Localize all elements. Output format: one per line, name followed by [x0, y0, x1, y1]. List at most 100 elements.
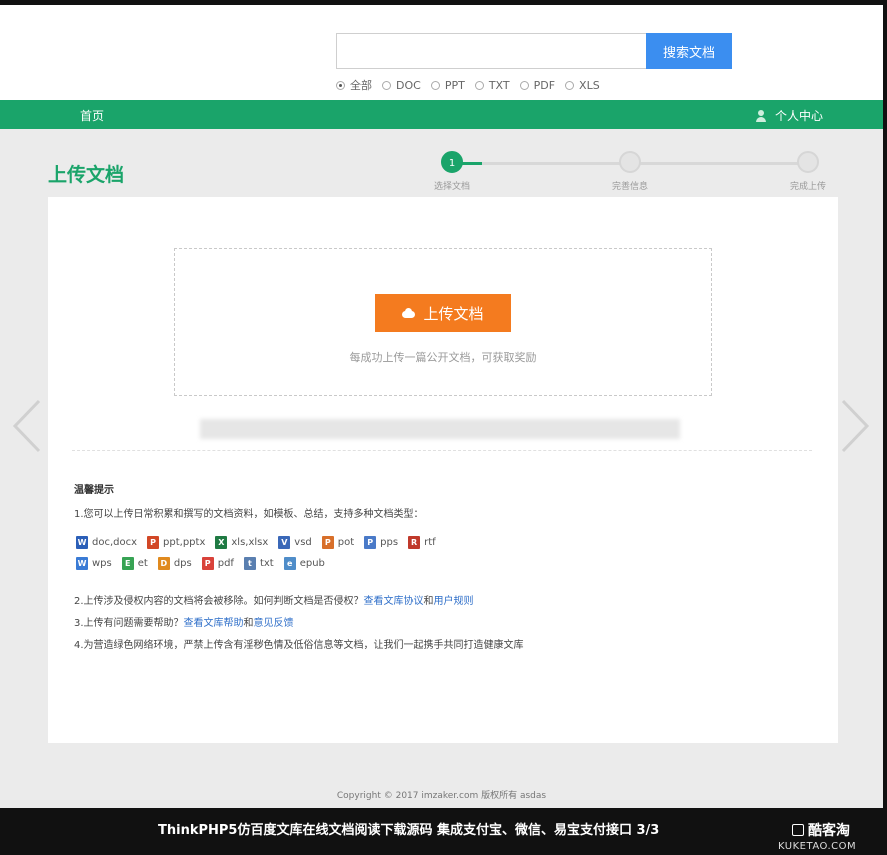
tip-2: 2.上传涉及侵权内容的文档将会被移除。如何判断文档是否侵权？查看文库协议和用户规…	[74, 596, 474, 607]
help-link[interactable]: 查看文库帮助	[184, 618, 244, 629]
dps-icon: D	[157, 557, 170, 570]
feedback-link[interactable]: 意见反馈	[254, 618, 294, 629]
file-type-et: Eet	[121, 557, 148, 570]
upload-reward-hint: 每成功上传一篇公开文档，可获取奖励	[349, 351, 537, 364]
file-type-pot: Ppot	[321, 536, 355, 549]
blurred-text	[200, 419, 680, 439]
radio-icon	[519, 80, 529, 90]
radio-icon	[474, 80, 484, 90]
tip-3: 3.上传有问题需要帮助？查看文库帮助和意见反馈	[74, 618, 294, 629]
caption-bar: ThinkPHP5仿百度文库在线文档阅读下载源码 集成支付宝、微信、易宝支付接口…	[0, 808, 887, 855]
filter-txt[interactable]: TXT	[474, 77, 510, 93]
et-icon: E	[121, 557, 134, 570]
chevron-left-icon	[12, 399, 41, 453]
prev-slide-button[interactable]	[12, 398, 42, 454]
file-type-label: pps	[380, 537, 399, 548]
file-type-label: rtf	[424, 537, 436, 548]
filter-xls[interactable]: XLS	[565, 77, 600, 93]
epub-icon: e	[283, 557, 296, 570]
step-2-dot	[619, 151, 641, 173]
step-finish-upload: 完成上传	[773, 151, 843, 192]
tips-title: 温馨提示	[74, 485, 114, 496]
search-button[interactable]: 搜索文档	[646, 33, 732, 69]
radio-icon	[430, 80, 440, 90]
nav-user-center-link[interactable]: 个人中心	[755, 107, 823, 124]
filter-doc[interactable]: DOC	[382, 77, 421, 93]
file-type-pps: Ppps	[364, 536, 398, 549]
file-type-label: xls,xlsx	[231, 537, 269, 548]
main-nav: 首页 个人中心	[0, 100, 883, 129]
file-type-label: wps	[92, 558, 112, 569]
file-type-xls: Xxls,xlsx	[215, 536, 268, 549]
visio-icon: V	[278, 536, 291, 549]
filter-ppt[interactable]: PPT	[430, 77, 465, 93]
agreement-link[interactable]: 查看文库协议	[364, 596, 424, 607]
file-type-pdf: Ppdf	[201, 557, 234, 570]
next-slide-button[interactable]	[840, 398, 870, 454]
step-label: 完善信息	[611, 182, 648, 192]
file-type-label: ppt,pptx	[163, 537, 206, 548]
step-complete-info: 完善信息	[595, 151, 665, 192]
right-border	[883, 0, 887, 808]
pps-icon: P	[364, 536, 377, 549]
pot-icon: P	[321, 536, 334, 549]
cloud-upload-icon	[402, 308, 416, 318]
txt-icon: t	[243, 557, 256, 570]
file-type-dps: Ddps	[157, 557, 192, 570]
radio-icon	[565, 80, 575, 90]
rtf-icon: R	[408, 536, 421, 549]
brand-icon	[792, 824, 804, 836]
screenshot-frame: 搜索文档 全部 DOC PPT TXT PDF XLS 首页 个人中心 上传文档…	[0, 0, 887, 808]
chevron-right-icon	[841, 399, 870, 453]
header: 搜索文档 全部 DOC PPT TXT PDF XLS	[0, 5, 883, 100]
file-type-label: epub	[299, 558, 325, 569]
step-1-dot: 1	[441, 151, 463, 173]
file-type-list: Wdoc,docx Pppt,pptx Xxls,xlsx Vvsd Ppot Ppps R…	[76, 536, 456, 570]
tip-1: 1.您可以上传日常积累和撰写的文档资料，如模板、总结，支持多种文档类型：	[74, 509, 424, 520]
file-type-label: dps	[173, 558, 192, 569]
file-type-label: vsd	[294, 537, 312, 548]
radio-selected-icon	[336, 80, 345, 90]
excel-icon: X	[215, 536, 228, 549]
file-type-label: txt	[259, 558, 274, 569]
file-type-txt: t txt	[243, 557, 274, 570]
upload-steps: 1 选择文档 完善信息 完成上传	[430, 151, 840, 193]
filter-all[interactable]: 全部	[336, 77, 372, 93]
file-type-epub: e epub	[283, 557, 325, 570]
step-3-dot	[797, 151, 819, 173]
copyright: Copyright © 2017 imzaker.com 版权所有 asdas	[336, 791, 547, 801]
tips-section: 温馨提示 1.您可以上传日常积累和撰写的文档资料，如模板、总结，支持多种文档类型…	[74, 481, 814, 658]
ppt-icon: P	[147, 536, 160, 549]
file-type-ppt: Pppt,pptx	[147, 536, 205, 549]
file-type-wps: Wwps	[76, 557, 112, 570]
user-rules-link[interactable]: 用户规则	[434, 596, 474, 607]
wps-icon: W	[76, 557, 88, 570]
upload-panel: 上传文档 每成功上传一篇公开文档，可获取奖励 温馨提示 1.您可以上传日常积累和…	[48, 197, 838, 743]
file-type-rtf: Rrtf	[408, 536, 436, 549]
upload-dropzone[interactable]: 上传文档 每成功上传一篇公开文档，可获取奖励	[174, 248, 712, 396]
upload-document-button[interactable]: 上传文档	[375, 294, 511, 332]
file-type-label: et	[137, 558, 148, 569]
radio-icon	[382, 80, 391, 90]
user-icon	[755, 109, 767, 122]
divider	[72, 450, 812, 451]
file-type-label: pdf	[217, 558, 234, 569]
file-type-doc: Wdoc,docx	[76, 536, 137, 549]
file-type-label: pot	[337, 537, 355, 548]
word-icon: W	[76, 536, 88, 549]
pdf-icon: P	[201, 557, 214, 570]
step-select-document: 1 选择文档	[417, 151, 487, 192]
page-title: 上传文档	[48, 164, 125, 186]
filter-pdf[interactable]: PDF	[519, 77, 555, 93]
brand-url: KUKETAO.COM	[778, 841, 857, 852]
caption-text: ThinkPHP5仿百度文库在线文档阅读下载源码 集成支付宝、微信、易宝支付接口…	[158, 823, 660, 838]
file-type-label: doc,docx	[92, 537, 138, 548]
step-label: 完成上传	[789, 182, 826, 192]
nav-home-link[interactable]: 首页	[80, 107, 104, 124]
step-label: 选择文档	[433, 182, 470, 192]
tip-4: 4.为营造绿色网络环境，严禁上传含有淫秽色情及低俗信息等文档，让我们一起携手共同…	[74, 640, 524, 651]
file-type-vsd: Vvsd	[278, 536, 312, 549]
brand-logo: 酷客淘	[792, 820, 850, 840]
search-input[interactable]	[337, 34, 647, 68]
doc-type-filters: 全部 DOC PPT TXT PDF XLS	[336, 77, 600, 93]
